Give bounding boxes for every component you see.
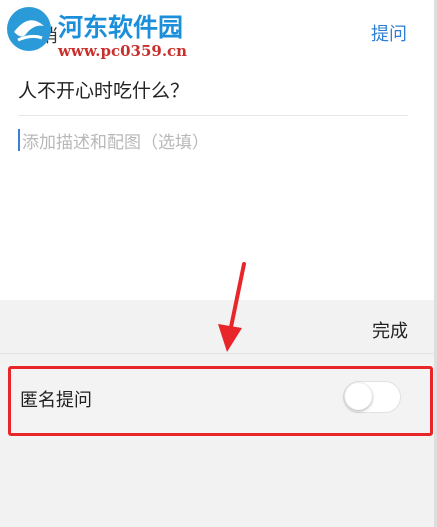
description-input[interactable]: 添加描述和配图（选填） (18, 126, 408, 156)
watermark-site-name: 河东软件园 (58, 13, 184, 42)
question-title[interactable]: 人不开心时吃什么？ (18, 76, 189, 103)
anonymous-label: 匿名提问 (20, 390, 92, 411)
toggle-knob (345, 383, 372, 410)
keyboard-toolbar: 完成 (0, 300, 437, 354)
anonymous-toggle[interactable] (343, 381, 401, 413)
text-cursor (18, 129, 20, 151)
watermark-url: www.pc0359.cn (58, 42, 188, 60)
question-editor: 取消 提问 河东软件园 www.pc0359.cn 人不开心时吃什么？ 添加描述… (0, 0, 437, 300)
divider (18, 115, 408, 116)
watermark-logo-icon (7, 7, 51, 51)
submit-question-button[interactable]: 提问 (371, 20, 407, 46)
divider (0, 353, 437, 354)
description-placeholder: 添加描述和配图（选填） (22, 133, 209, 153)
anonymous-setting-row: 匿名提问 (0, 362, 437, 436)
done-button[interactable]: 完成 (372, 317, 408, 343)
